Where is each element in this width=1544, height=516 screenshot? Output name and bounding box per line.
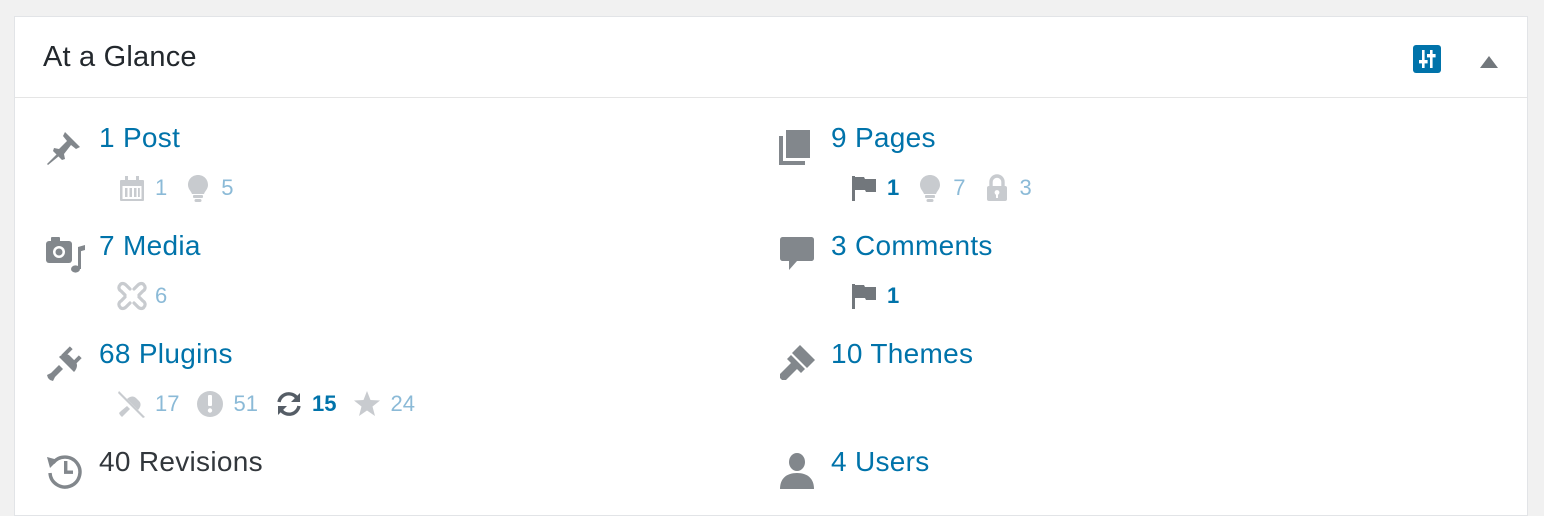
- media-link[interactable]: 7 Media: [99, 230, 201, 262]
- calendar-icon: [120, 176, 144, 201]
- scheduled-count: 1: [155, 175, 168, 200]
- plugin-updates-link[interactable]: 15: [274, 389, 336, 419]
- recent-plugins-link[interactable]: 24: [352, 389, 415, 419]
- history-icon: [47, 455, 82, 489]
- sliders-icon: [1413, 45, 1441, 73]
- draft-posts-link[interactable]: 5: [183, 173, 234, 203]
- draft-count: 5: [221, 175, 234, 200]
- draft-pages-link[interactable]: 7: [915, 173, 966, 203]
- pin-icon: [47, 132, 80, 165]
- plugins-link[interactable]: 68 Plugins: [99, 338, 233, 370]
- inactive-plugins-link[interactable]: 17: [117, 389, 179, 419]
- flagged-comments-link[interactable]: 1: [849, 281, 899, 311]
- comment-icon: [780, 237, 814, 270]
- pages-link[interactable]: 9 Pages: [831, 122, 936, 154]
- comments-flagged-count: 1: [887, 283, 900, 308]
- flag-icon: [852, 284, 876, 309]
- star-icon: [354, 391, 381, 416]
- private-count: 3: [1019, 175, 1032, 200]
- inactive-plug-icon: [118, 391, 145, 418]
- lightbulb-icon: [920, 175, 941, 202]
- users-link[interactable]: 4 Users: [831, 446, 930, 478]
- widget-header: At a Glance: [15, 17, 1527, 98]
- flagged-pages-link[interactable]: 1: [849, 173, 899, 203]
- unattached-count: 6: [155, 283, 168, 308]
- widget-settings-button[interactable]: [1413, 45, 1441, 73]
- paintbrush-icon: [780, 345, 815, 380]
- comments-link[interactable]: 3 Comments: [831, 230, 993, 262]
- plug-icon: [47, 346, 82, 381]
- widget-title: At a Glance: [43, 41, 197, 73]
- revisions-label: 40 Revisions: [99, 446, 263, 477]
- updates-count: 15: [311, 391, 337, 416]
- pages-draft-count: 7: [953, 175, 966, 200]
- pages-icon: [779, 130, 810, 165]
- pages-flagged-count: 1: [887, 175, 900, 200]
- triangle-up-icon: [1480, 56, 1498, 68]
- lock-icon: [986, 174, 1007, 201]
- at-a-glance-widget: At a Glance 1 Post 1 5 7 Media 6 68 Plug…: [14, 16, 1528, 516]
- must-use-count: 51: [233, 391, 258, 416]
- media-icon: [46, 237, 85, 273]
- pages-subcounts: 1 7 3: [849, 173, 1048, 203]
- plugins-subcounts: 17 51 15 24: [117, 389, 431, 419]
- posts-subcounts: 1 5: [117, 173, 250, 203]
- comments-subcounts: 1: [849, 281, 915, 311]
- update-icon: [277, 392, 301, 416]
- private-pages-link[interactable]: 3: [982, 173, 1032, 203]
- recent-count: 24: [390, 391, 415, 416]
- posts-link[interactable]: 1 Post: [99, 122, 180, 154]
- must-use-plugins-link[interactable]: 51: [195, 389, 258, 419]
- flag-icon: [852, 176, 876, 201]
- lightbulb-icon: [188, 175, 209, 202]
- media-subcounts: 6: [117, 281, 183, 311]
- inactive-count: 17: [155, 391, 180, 416]
- scheduled-posts-link[interactable]: 1: [117, 173, 167, 203]
- unattached-media-link[interactable]: 6: [117, 281, 167, 311]
- collapse-toggle-button[interactable]: [1477, 51, 1501, 71]
- themes-link[interactable]: 10 Themes: [831, 338, 973, 370]
- broken-link-icon: [117, 281, 147, 311]
- user-icon: [780, 453, 814, 489]
- exclamation-circle-icon: [197, 391, 224, 417]
